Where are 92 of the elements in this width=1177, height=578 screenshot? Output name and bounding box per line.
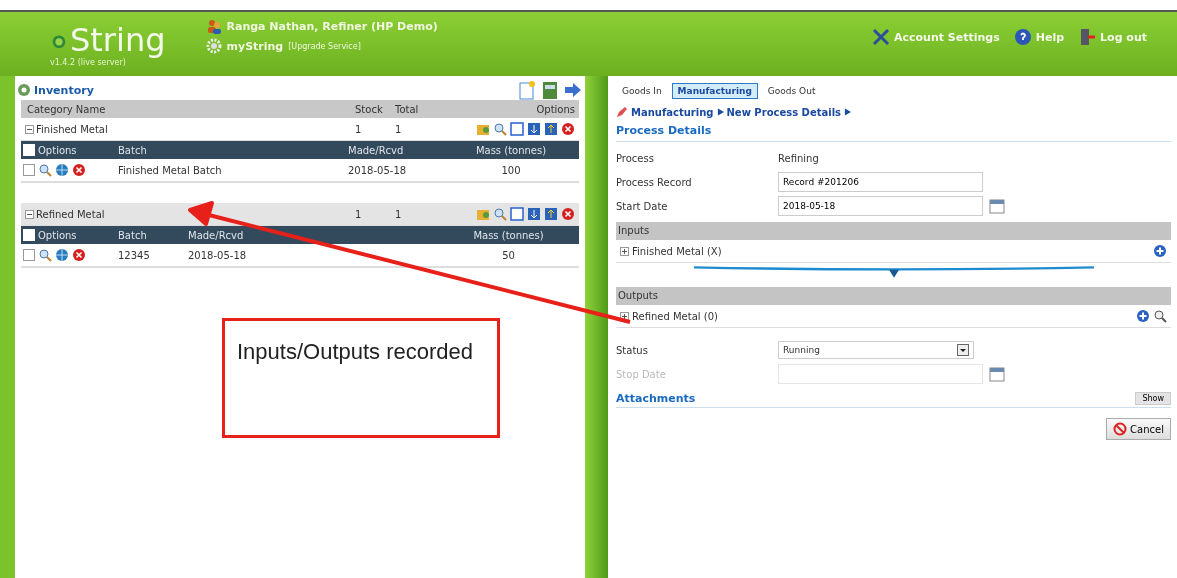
cancel-button[interactable]: Cancel: [1106, 418, 1171, 440]
add-icon[interactable]: [1136, 309, 1150, 323]
section-title: Process Details: [616, 118, 1171, 142]
square-icon[interactable]: [510, 122, 524, 136]
delete-icon[interactable]: [72, 248, 86, 262]
add-icon[interactable]: [1153, 244, 1167, 258]
breadcrumb-link[interactable]: New Process Details: [726, 106, 842, 118]
column-header: Batch: [118, 144, 148, 156]
show-button[interactable]: Show: [1135, 392, 1171, 405]
batch-name: Finished Metal Batch: [118, 164, 223, 176]
field-label: Stop Date: [616, 368, 667, 380]
batch-date: 2018-05-18: [188, 249, 248, 261]
total-count: 1: [395, 123, 403, 135]
category-name[interactable]: Finished Metal: [34, 123, 355, 135]
triangle-icon: [716, 108, 724, 116]
pencil-icon: [616, 106, 628, 118]
globe-icon[interactable]: [55, 163, 69, 177]
search-icon[interactable]: [38, 248, 52, 262]
input-item[interactable]: Finished Metal (X): [632, 245, 722, 257]
stock-count: 1: [355, 123, 363, 135]
search-icon[interactable]: [1153, 309, 1167, 323]
calendar-icon[interactable]: [989, 366, 1005, 382]
square-icon[interactable]: [510, 207, 524, 221]
category-name[interactable]: Refined Metal: [34, 208, 355, 220]
delete-icon[interactable]: [561, 207, 575, 221]
column-header: Options: [38, 229, 77, 241]
breadcrumb-link[interactable]: Manufacturing: [631, 106, 714, 118]
users-icon: [205, 18, 222, 34]
field-label: Start Date: [616, 200, 669, 212]
select-all-checkbox[interactable]: [23, 144, 35, 156]
section-bar: Inputs: [616, 222, 1171, 240]
delete-icon[interactable]: [72, 163, 86, 177]
toggle-icon[interactable]: [620, 246, 629, 256]
folder-icon[interactable]: [476, 207, 490, 221]
output-item[interactable]: Refined Metal (0): [632, 310, 718, 322]
spreadsheet-icon[interactable]: [540, 80, 560, 100]
arrow-right-icon[interactable]: [563, 80, 583, 100]
batch-mass: 50: [501, 249, 516, 261]
column-header: Total: [395, 103, 420, 115]
import-icon[interactable]: [527, 207, 541, 221]
globe-icon[interactable]: [55, 248, 69, 262]
column-header: Stock: [355, 103, 384, 115]
search-icon[interactable]: [493, 122, 507, 136]
row-checkbox[interactable]: [23, 249, 35, 261]
folder-icon[interactable]: [476, 122, 490, 136]
annotation-callout: Inputs/Outputs recorded: [222, 318, 500, 438]
input-field[interactable]: Record #201206: [778, 172, 983, 192]
field-value: Refining: [778, 152, 819, 164]
select-all-checkbox[interactable]: [23, 229, 35, 241]
export-icon[interactable]: [544, 122, 558, 136]
column-header: Made/Rcvd: [348, 144, 405, 156]
delete-icon[interactable]: [561, 122, 575, 136]
tools-icon: [871, 28, 890, 46]
batch-date: 2018-05-18: [348, 164, 408, 176]
export-icon[interactable]: [544, 207, 558, 221]
cancel-icon: [1113, 422, 1128, 436]
help-icon: [1013, 28, 1032, 46]
version-label: v1.4.2 (live server): [50, 58, 127, 67]
toggle-icon[interactable]: [25, 209, 34, 219]
field-label: Process Record: [616, 176, 693, 188]
status-dropdown[interactable]: Running: [778, 341, 974, 359]
field-label: Status: [616, 344, 649, 356]
column-header: Mass (tonnes): [474, 144, 548, 156]
total-count: 1: [395, 208, 403, 220]
gear-icon: [205, 38, 222, 54]
import-icon[interactable]: [527, 122, 541, 136]
column-header: Category Name: [26, 103, 107, 115]
section-bar: Outputs: [616, 287, 1171, 305]
user-name: Ranga Nathan, Refiner (HP Demo): [226, 19, 438, 33]
tab[interactable]: Manufacturing: [671, 83, 758, 99]
search-icon[interactable]: [493, 207, 507, 221]
search-icon[interactable]: [38, 163, 52, 177]
column-header: Options: [38, 144, 77, 156]
stock-count: 1: [355, 208, 363, 220]
column-header: Made/Rcvd: [188, 229, 245, 241]
calendar-icon[interactable]: [989, 198, 1005, 214]
column-header: Options: [535, 103, 576, 115]
field-label: Process: [616, 152, 655, 164]
tab[interactable]: Goods Out: [761, 83, 822, 99]
column-header: Mass (tonnes): [472, 229, 545, 241]
panel-title: Inventory: [34, 83, 94, 97]
toggle-icon[interactable]: [25, 124, 34, 134]
section-title: Attachments: [616, 392, 696, 405]
triangle-icon: [844, 108, 852, 116]
batch-mass: 100: [500, 164, 522, 176]
row-checkbox[interactable]: [23, 164, 35, 176]
input-field[interactable]: 2018-05-18: [778, 196, 983, 216]
app-logo: String: [70, 22, 166, 58]
batch-name: 12345: [118, 249, 151, 261]
column-header: Batch: [118, 229, 148, 241]
tab[interactable]: Goods In: [616, 83, 668, 99]
door-icon: [1078, 28, 1097, 46]
